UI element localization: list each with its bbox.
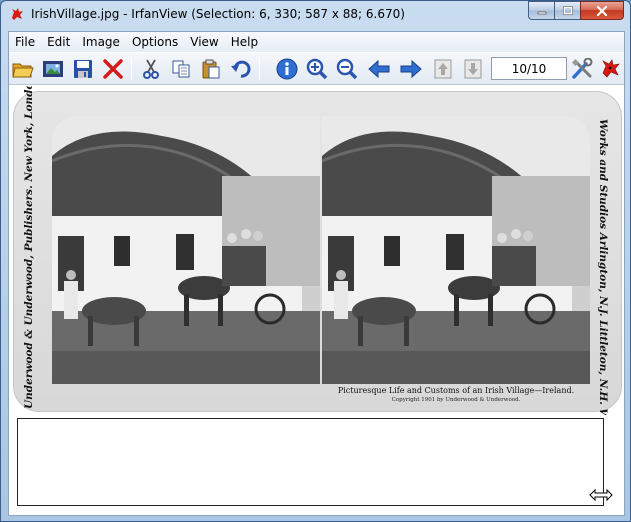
zoom-in-icon (306, 58, 328, 80)
stereo-photo-left (52, 116, 320, 384)
menu-bar: File Edit Image Options View Help (9, 32, 624, 52)
open-folder-icon (12, 63, 34, 78)
menu-options[interactable]: Options (126, 35, 184, 49)
open-button[interactable] (11, 57, 35, 81)
zoom-out-icon (336, 58, 358, 80)
info-button[interactable] (275, 57, 299, 81)
delete-icon (103, 59, 123, 79)
minimize-icon (537, 11, 546, 14)
irfanview-logo-button[interactable] (599, 57, 623, 81)
settings-button[interactable] (571, 57, 595, 81)
previous-button[interactable] (367, 57, 391, 81)
settings-icon (571, 58, 593, 79)
close-button[interactable] (580, 1, 624, 20)
info-icon (276, 58, 298, 80)
next-button[interactable] (399, 57, 423, 81)
slideshow-button[interactable] (41, 57, 65, 81)
paste-icon (202, 59, 220, 79)
minimize-button[interactable] (528, 1, 554, 20)
page-up-icon (434, 59, 452, 79)
close-icon (596, 5, 608, 16)
maximize-icon (562, 6, 573, 15)
slideshow-icon (43, 61, 63, 77)
stereo-photo-right (322, 116, 590, 384)
selection-rectangle[interactable] (17, 418, 604, 506)
undo-icon (231, 60, 251, 78)
toolbar-separator (259, 58, 260, 80)
cut-icon (143, 59, 159, 79)
image-viewport[interactable]: Underwood & Underwood, Publishers. New Y… (9, 86, 624, 415)
client-area: File Edit Image Options View Help 10/10 … (8, 31, 625, 516)
zoom-out-button[interactable] (335, 57, 359, 81)
copy-button[interactable] (169, 57, 193, 81)
stereograph-card: Underwood & Underwood, Publishers. New Y… (13, 86, 622, 415)
photo-caption: Picturesque Life and Customs of an Irish… (337, 386, 575, 395)
toolbar: 10/10 (9, 53, 624, 85)
page-down-icon (464, 59, 482, 79)
irfanview-logo-icon (602, 59, 620, 78)
maximize-button[interactable] (554, 1, 580, 20)
menu-file[interactable]: File (9, 35, 41, 49)
next-icon (400, 59, 422, 79)
save-icon (74, 60, 92, 78)
menu-image[interactable]: Image (76, 35, 126, 49)
window-title: IrishVillage.jpg - IrfanView (Selection:… (31, 7, 405, 21)
irfanview-app-icon (12, 8, 23, 20)
photo-copyright: Copyright 1901 by Underwood & Underwood. (391, 397, 521, 403)
resize-cursor-icon (589, 488, 613, 502)
toolbar-separator (131, 58, 132, 80)
undo-button[interactable] (229, 57, 253, 81)
delete-button[interactable] (101, 57, 125, 81)
save-button[interactable] (71, 57, 95, 81)
menu-edit[interactable]: Edit (41, 35, 76, 49)
copy-icon (172, 60, 190, 78)
studios-text: Works and Studios Arlington, N.J. Little… (597, 119, 609, 415)
page-up-button[interactable] (431, 57, 455, 81)
menu-view[interactable]: View (184, 35, 224, 49)
page-counter[interactable]: 10/10 (491, 57, 567, 80)
page-down-button[interactable] (461, 57, 485, 81)
zoom-in-button[interactable] (305, 57, 329, 81)
title-bar[interactable]: IrishVillage.jpg - IrfanView (Selection:… (1, 1, 630, 27)
caption-buttons (528, 1, 624, 20)
cut-button[interactable] (139, 57, 163, 81)
paste-button[interactable] (199, 57, 223, 81)
publisher-text: Underwood & Underwood, Publishers. New Y… (23, 86, 35, 409)
irfanview-window: IrishVillage.jpg - IrfanView (Selection:… (0, 0, 631, 522)
previous-icon (368, 59, 390, 79)
menu-help[interactable]: Help (225, 35, 264, 49)
